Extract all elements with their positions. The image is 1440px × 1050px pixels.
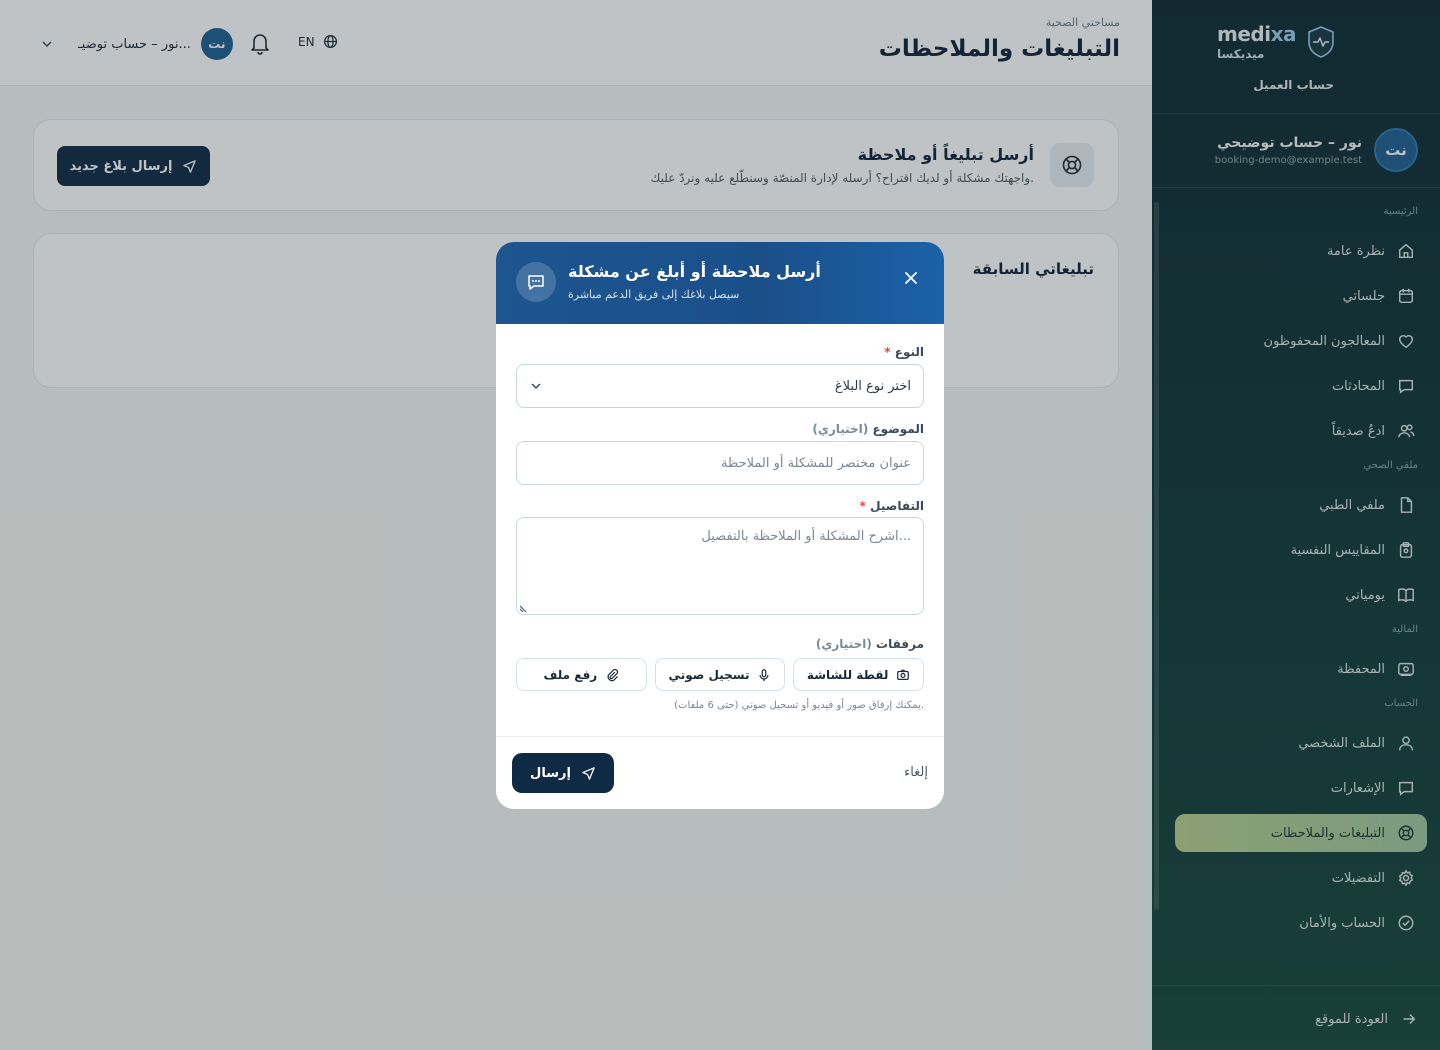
subject-label: (اختياري) الموضوع	[812, 422, 924, 436]
modal-header: أرسل ملاحظة أو أبلغ عن مشكلة سيصل بلاغك …	[496, 242, 944, 324]
chevron-down-icon	[531, 383, 541, 390]
optional-tag: (اختياري)	[812, 422, 869, 436]
attachments-row: رفع ملف تسجيل صوتي لقطة للشاشة	[516, 658, 925, 691]
voice-record-button[interactable]: تسجيل صوتي	[654, 658, 786, 691]
type-select[interactable]: اختر نوع البلاغ	[516, 364, 924, 408]
report-modal: أرسل ملاحظة أو أبلغ عن مشكلة سيصل بلاغك …	[496, 242, 944, 809]
upload-file-label: رفع ملف	[543, 667, 598, 682]
attachments-hint: يمكنك إرفاق صور أو فيديو أو تسجيل صوتي (…	[674, 700, 924, 711]
optional-tag: (اختياري)	[815, 637, 872, 651]
details-textarea[interactable]: اشرح المشكلة أو الملاحظة بالتفصيل...	[516, 517, 924, 615]
modal-footer: إرسال إلغاء	[496, 736, 944, 809]
upload-file-button[interactable]: رفع ملف	[516, 658, 647, 691]
send-button[interactable]: إرسال	[512, 753, 614, 793]
modal-subtitle: سيصل بلاغك إلى فريق الدعم مباشرة	[568, 288, 740, 301]
subject-input[interactable]: عنوان مختصر للمشكلة أو الملاحظة	[516, 441, 924, 485]
details-placeholder: اشرح المشكلة أو الملاحظة بالتفصيل...	[701, 529, 911, 544]
attachments-label: (اختياري) مرفقات	[816, 637, 924, 651]
screenshot-label: لقطة للشاشة	[806, 667, 889, 682]
type-select-value: اختر نوع البلاغ	[834, 378, 911, 394]
chat-icon	[516, 262, 556, 302]
camera-icon	[897, 669, 910, 680]
cancel-button[interactable]: إلغاء	[904, 765, 928, 780]
details-label-text: التفاصيل	[870, 499, 924, 513]
subject-placeholder: عنوان مختصر للمشكلة أو الملاحظة	[720, 455, 911, 471]
paperclip-icon	[607, 668, 619, 681]
modal-title: أرسل ملاحظة أو أبلغ عن مشكلة	[568, 262, 821, 281]
microphone-icon	[759, 668, 770, 681]
type-label-text: النوع	[894, 345, 924, 359]
details-label: * التفاصيل	[859, 499, 924, 513]
voice-record-label: تسجيل صوتي	[668, 667, 750, 682]
send-label: إرسال	[530, 765, 571, 781]
subject-label-text: الموضوع	[872, 422, 924, 436]
close-icon[interactable]	[902, 269, 920, 287]
type-label: * النوع	[884, 345, 924, 359]
send-icon	[582, 766, 595, 780]
screenshot-button[interactable]: لقطة للشاشة	[793, 658, 925, 691]
resize-handle-icon[interactable]	[520, 604, 528, 612]
attachments-label-text: مرفقات	[876, 637, 924, 651]
